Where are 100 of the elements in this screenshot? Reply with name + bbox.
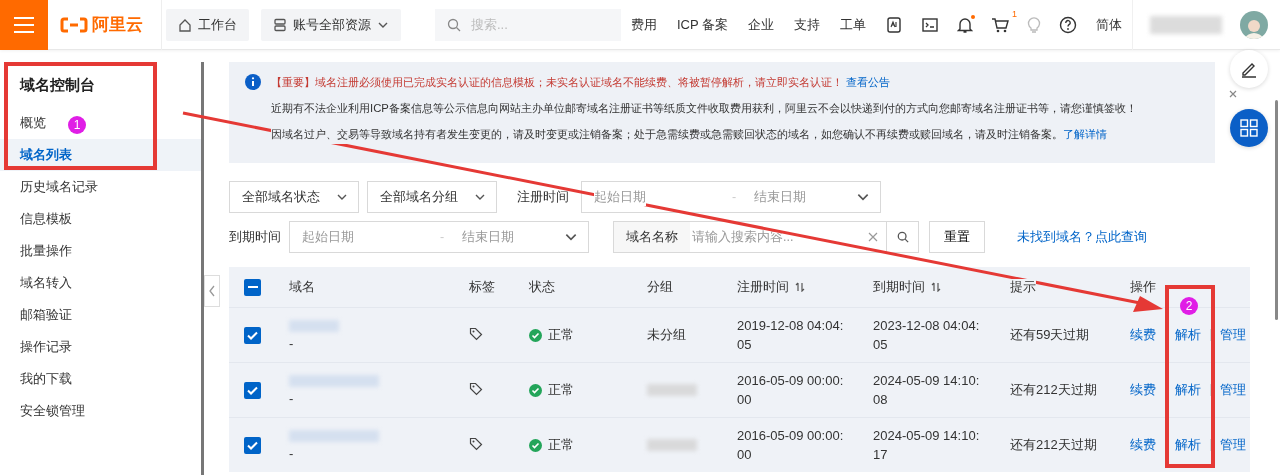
- status-text: 正常: [529, 381, 647, 399]
- select-all-checkbox[interactable]: [244, 278, 261, 296]
- sidebar-item[interactable]: 邮箱验证: [0, 299, 82, 331]
- check-icon: [247, 330, 258, 340]
- menu-button[interactable]: [0, 0, 49, 50]
- nav-link[interactable]: 工单: [830, 15, 876, 34]
- tag-icon[interactable]: [469, 326, 483, 341]
- minus-icon: [247, 286, 258, 288]
- terminal-icon: [921, 15, 939, 34]
- home-icon: [177, 17, 192, 32]
- check-circle-icon: [529, 328, 542, 342]
- apps-button[interactable]: [1230, 109, 1268, 147]
- expiry-hint: 还有59天过期: [1010, 326, 1091, 344]
- bell-icon: [957, 15, 973, 34]
- not-found-link[interactable]: 未找到域名？点此查询: [1017, 228, 1147, 246]
- domain-note: -: [289, 445, 295, 461]
- search-box[interactable]: 搜索...: [434, 8, 621, 41]
- app-icon: [885, 15, 903, 34]
- notification-dot: [971, 14, 975, 19]
- action-link[interactable]: 解析: [1175, 326, 1201, 344]
- logo-text: 阿里云: [92, 14, 144, 36]
- tag-icon[interactable]: [469, 436, 483, 451]
- expires-time: 2024-05-09 14:10:08: [873, 372, 981, 409]
- sidebar-item[interactable]: 安全锁管理: [0, 395, 95, 427]
- status-text: 正常: [529, 326, 647, 344]
- tag-icon[interactable]: [469, 381, 483, 396]
- nav-link[interactable]: 费用: [620, 15, 667, 34]
- expires-time: 2023-12-08 04:04:05: [873, 317, 981, 354]
- nav-link[interactable]: 支持: [784, 15, 830, 34]
- action-link[interactable]: 解析: [1175, 436, 1201, 454]
- details-link[interactable]: 了解详情: [1063, 128, 1107, 140]
- sort-icon[interactable]: [931, 282, 941, 292]
- redacted-group: [647, 439, 697, 451]
- sort-icon[interactable]: [795, 282, 805, 292]
- avatar[interactable]: [1240, 10, 1268, 39]
- registered-time: 2016-05-09 00:00:00: [737, 372, 845, 409]
- lightbulb-icon: [1027, 15, 1041, 34]
- column-header: 状态: [529, 278, 555, 296]
- workbench-button[interactable]: 工作台: [165, 8, 249, 41]
- notice-text: 近期有不法企业利用ICP备案信息等公示信息向网站主办单位邮寄域名注册证书等纸质文件收取费用获利，阿里云不会以快递到付的方式向您邮寄域名注册证书等，请您谨慎签收！: [271, 101, 1137, 116]
- menu-icon: [13, 15, 35, 34]
- search-icon: [446, 17, 461, 32]
- redacted-domain: [289, 319, 339, 332]
- expires-time: 2024-05-09 14:10:17: [873, 427, 981, 464]
- sidebar-item[interactable]: 信息模板: [0, 203, 82, 235]
- column-header: 到期时间: [873, 278, 925, 296]
- grid-icon: [1240, 119, 1258, 137]
- language-link[interactable]: 简体: [1086, 15, 1132, 34]
- check-circle-icon: [529, 383, 542, 397]
- logo-icon: [60, 16, 89, 33]
- reset-button[interactable]: 重置: [929, 221, 985, 253]
- search-input[interactable]: 搜索...: [468, 16, 609, 33]
- nav-link[interactable]: ICP 备案: [666, 15, 738, 34]
- domain-note: -: [289, 390, 295, 406]
- sidebar-item[interactable]: 历史域名记录: [0, 171, 108, 203]
- column-header: 提示: [1010, 278, 1036, 296]
- edit-button[interactable]: [1230, 50, 1268, 88]
- action-link[interactable]: 续费: [1130, 326, 1156, 344]
- cart-count: 1: [1012, 8, 1017, 19]
- registered-time: 2016-05-09 00:00:00: [737, 427, 845, 464]
- domain-note: -: [289, 335, 295, 351]
- check-circle-icon: [529, 438, 542, 452]
- redacted-account: [1150, 15, 1222, 34]
- action-link[interactable]: 解析: [1175, 381, 1201, 399]
- action-link[interactable]: 续费: [1130, 381, 1156, 399]
- column-header: 操作: [1130, 278, 1156, 296]
- close-icon[interactable]: [1229, 90, 1237, 98]
- cart-icon: [991, 15, 1009, 34]
- action-link[interactable]: 管理: [1220, 436, 1246, 454]
- row-checkbox[interactable]: [244, 381, 261, 399]
- resources-dropdown[interactable]: 账号全部资源: [260, 8, 401, 41]
- server-icon: [272, 17, 287, 32]
- column-header: 注册时间: [737, 278, 789, 296]
- status-text: 正常: [529, 436, 647, 454]
- column-header: 标签: [469, 278, 495, 296]
- info-icon: [245, 74, 261, 90]
- help-icon: [1059, 15, 1077, 34]
- sidebar-item[interactable]: 操作记录: [0, 331, 82, 363]
- group-select[interactable]: 全部域名分组: [367, 181, 497, 213]
- sidebar-item[interactable]: 我的下载: [0, 363, 82, 395]
- row-checkbox[interactable]: [244, 326, 261, 344]
- sidebar-item[interactable]: 批量操作: [0, 235, 82, 267]
- registered-time: 2019-12-08 04:04:05: [737, 317, 845, 354]
- column-header: 域名: [289, 278, 315, 296]
- nav-link[interactable]: 企业: [738, 15, 784, 34]
- clear-icon[interactable]: [868, 232, 878, 242]
- important-notice: 【重要】域名注册必须使用已完成实名认证的信息模板；未实名认证域名不能续费、将被暂停解析，请立即实名认证！ 查看公告: [271, 75, 892, 90]
- sidebar-item[interactable]: 域名转入: [0, 267, 82, 299]
- announcement-link[interactable]: 查看公告: [846, 76, 891, 88]
- check-icon: [247, 440, 258, 450]
- redacted-group: [647, 384, 697, 396]
- status-select[interactable]: 全部域名状态: [229, 181, 359, 213]
- annotation-number: 1: [68, 116, 86, 134]
- sidebar-item[interactable]: 概览: [0, 107, 56, 139]
- action-link[interactable]: 管理: [1220, 381, 1246, 399]
- action-link[interactable]: 管理: [1220, 326, 1246, 344]
- expiry-hint: 还有212天过期: [1010, 381, 1098, 399]
- row-checkbox[interactable]: [244, 436, 261, 454]
- scrollbar[interactable]: [1275, 100, 1278, 320]
- action-link[interactable]: 续费: [1130, 436, 1156, 454]
